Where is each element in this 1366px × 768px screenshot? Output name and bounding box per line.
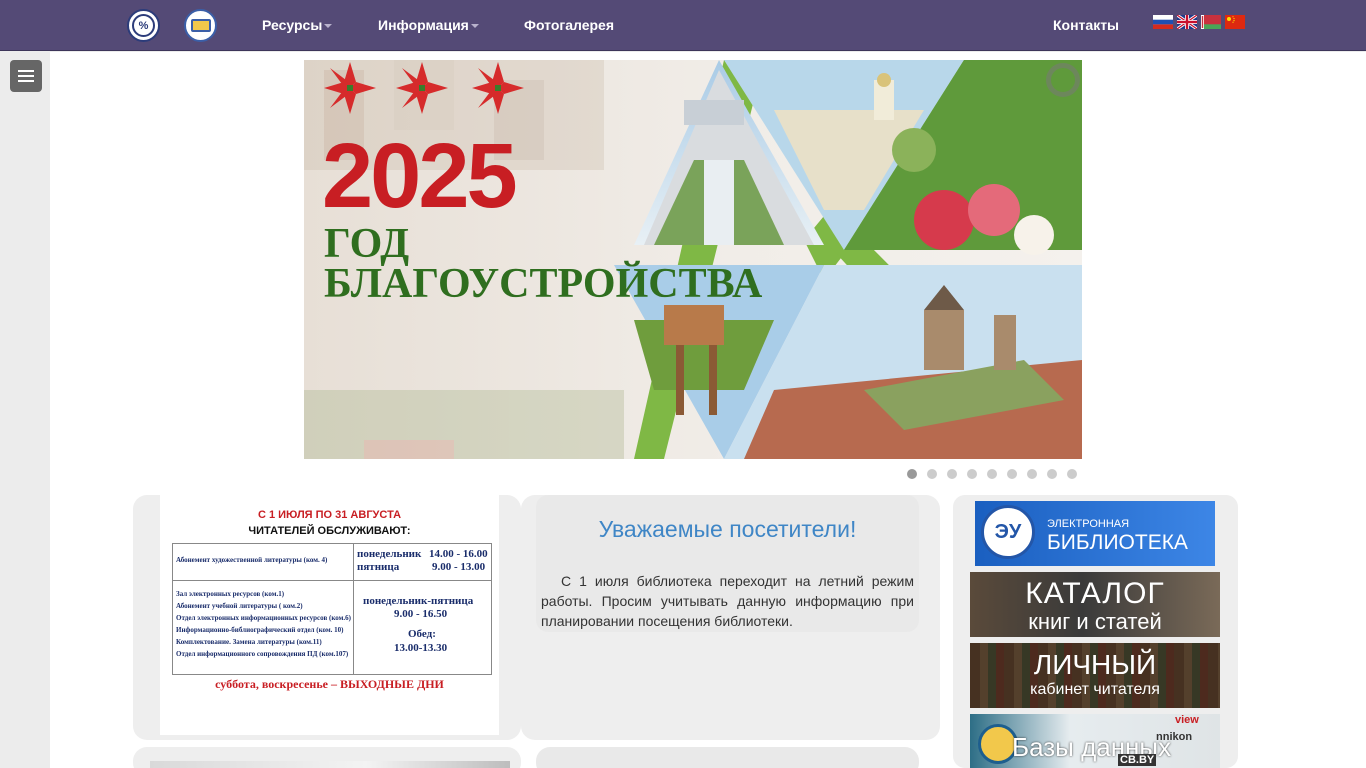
ornament-icon: [396, 62, 448, 114]
schedule-footer: суббота, воскресенье – ВЫХОДНЫЕ ДНИ: [215, 677, 444, 691]
book-icon: [190, 19, 211, 32]
databases-link[interactable]: Базы данных view nnikon CB.BY: [970, 714, 1220, 768]
slider-dot-8[interactable]: [1047, 469, 1057, 479]
schedule-title1: С 1 ИЮЛЯ ПО 31 АВГУСТА: [257, 509, 402, 521]
schedule-row2-lunch-label: Обед:: [408, 628, 436, 640]
menu-icon: [18, 70, 34, 72]
schedule-row2-days: понедельник-пятница: [363, 595, 474, 607]
slider-dot-9[interactable]: [1067, 469, 1077, 479]
schedule-row1-days2: пятница: [357, 561, 400, 573]
db-tag-cb: CB.BY: [1118, 754, 1157, 766]
schedule-title2: ЧИТАТЕЛЕЙ ОБСЛУЖИВАЮТ:: [248, 525, 411, 537]
slider-dot-2[interactable]: [927, 469, 937, 479]
schedule-row1-hours: 14.00 - 16.00: [429, 548, 488, 560]
elibrary-logo-mark: ЭУ: [994, 520, 1022, 543]
catalog-line1: КАТАЛОГ: [1025, 577, 1165, 610]
schedule-row2-item: Отдел информационного сопровождения ПД (…: [176, 650, 349, 658]
schedule-row1-label: Абонемент художественной литературы (ком…: [176, 556, 328, 564]
nav-resources-label: Ресурсы: [262, 17, 323, 33]
slider-pause-button[interactable]: [1046, 63, 1080, 97]
slider-dot-1[interactable]: [907, 469, 917, 479]
cabinet-line1: ЛИЧНЫЙ: [1033, 649, 1157, 680]
catalog-link[interactable]: КАТАЛОГ книг и статей: [970, 572, 1220, 637]
elibrary-line2: БИБЛИОТЕКА: [1047, 531, 1188, 554]
schedule-row1-hours2: 9.00 - 13.00: [432, 561, 486, 573]
notice-body: С 1 июля библиотека переходит на летний …: [541, 573, 914, 629]
nav-information-label: Информация: [378, 17, 469, 33]
elibrary-logo-icon: ЭУ: [981, 505, 1035, 559]
news-image[interactable]: [150, 761, 510, 768]
slider-pagination: [907, 469, 1077, 479]
side-panel: [0, 52, 50, 768]
nav-resources[interactable]: Ресурсы: [262, 17, 333, 33]
ornament-icon: [472, 62, 524, 114]
nav-gallery[interactable]: Фотогалерея: [524, 17, 614, 33]
slider-dot-6[interactable]: [1007, 469, 1017, 479]
flag-cn-icon[interactable]: [1225, 15, 1245, 29]
schedule-row2-item: Комплектование. Замена литературы (ком.1…: [176, 638, 322, 646]
library-logo[interactable]: [184, 9, 217, 42]
schedule-row2-item: Информационно-библиографический отдел (к…: [176, 626, 344, 634]
language-switcher: [1153, 15, 1245, 29]
flag-by-icon[interactable]: [1201, 15, 1221, 29]
schedule-image[interactable]: С 1 ИЮЛЯ ПО 31 АВГУСТА ЧИТАТЕЛЕЙ ОБСЛУЖИ…: [160, 495, 499, 735]
slider-dot-7[interactable]: [1027, 469, 1037, 479]
university-logo[interactable]: %: [127, 9, 160, 42]
schedule-row2-item: Абонемент учебной литературы ( ком.2): [176, 602, 303, 610]
db-tag-view: view: [1175, 714, 1199, 726]
slider-dot-5[interactable]: [987, 469, 997, 479]
menu-toggle-button[interactable]: [10, 60, 42, 92]
db-tag-nikon: nnikon: [1156, 731, 1193, 743]
elibrary-line1: ЭЛЕКТРОННАЯ: [1047, 518, 1130, 530]
nav-information[interactable]: Информация: [378, 17, 479, 33]
university-logo-mark: %: [132, 14, 155, 37]
banner-slide[interactable]: 2025 ГОД БЛАГОУСТРОЙСТВА: [304, 60, 1082, 459]
schedule-table: Абонемент художественной литературы (ком…: [172, 543, 492, 675]
schedule-row2-hours: 9.00 - 16.50: [394, 608, 448, 620]
schedule-row2-item: Отдел электронных информационных ресурсо…: [176, 614, 351, 622]
schedule-row2-item: Зал электронных ресурсов (ком.1): [176, 590, 285, 598]
banner-line2: БЛАГОУСТРОЙСТВА: [324, 261, 763, 307]
top-navbar: % Ресурсы Информация Фотогалерея Контакт…: [0, 0, 1366, 51]
news-card-2: [536, 747, 919, 768]
caret-down-icon: [470, 24, 479, 29]
nav-contacts[interactable]: Контакты: [1053, 17, 1119, 33]
ornament-icon: [324, 62, 376, 114]
catalog-line2: книг и статей: [1028, 609, 1162, 634]
slider-dot-4[interactable]: [967, 469, 977, 479]
flag-ru-icon[interactable]: [1153, 15, 1173, 29]
schedule-row2-lunch: 13.00-13.30: [394, 642, 448, 654]
schedule-row1-days: понедельник: [357, 548, 422, 560]
cabinet-line2: кабинет читателя: [1030, 681, 1160, 698]
flag-uk-icon[interactable]: [1177, 15, 1197, 29]
reader-cabinet-link[interactable]: ЛИЧНЫЙ кабинет читателя: [970, 643, 1220, 708]
caret-down-icon: [324, 24, 333, 29]
notice-box: Уважаемые посетители! С 1 июля библиотек…: [536, 495, 919, 632]
slider-dot-3[interactable]: [947, 469, 957, 479]
elibrary-link[interactable]: ЭУ ЭЛЕКТРОННАЯ БИБЛИОТЕКА: [975, 501, 1215, 566]
notice-title: Уважаемые посетители!: [598, 516, 857, 542]
banner-year: 2025: [322, 125, 518, 227]
